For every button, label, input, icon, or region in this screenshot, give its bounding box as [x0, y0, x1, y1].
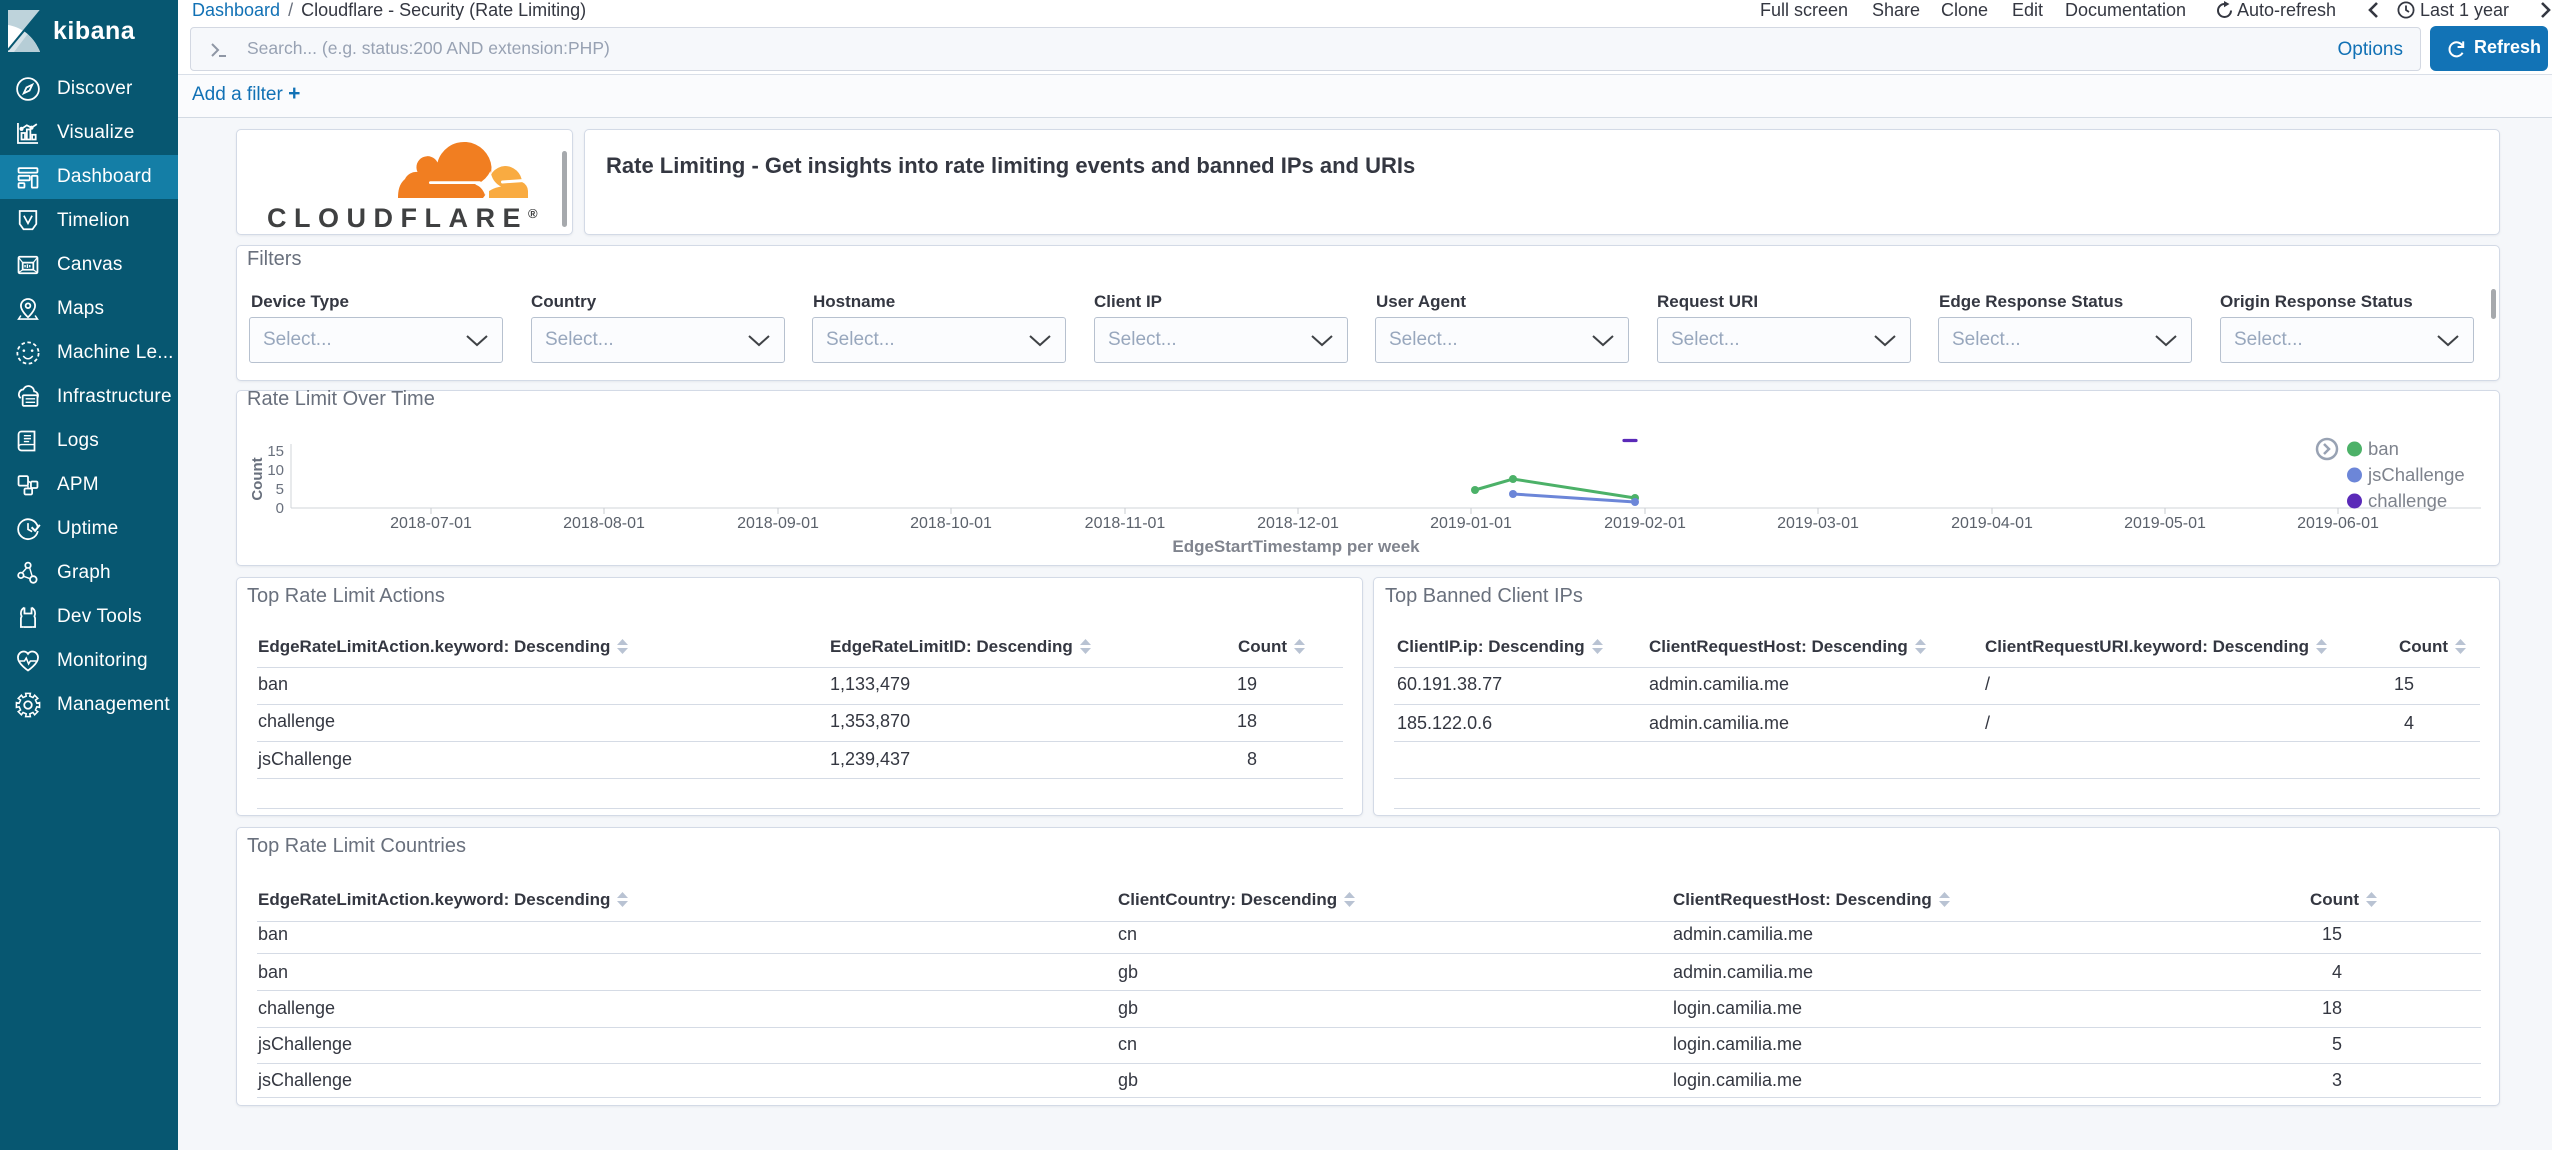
- svg-text:10: 10: [267, 462, 284, 479]
- svg-text:2018-09-01: 2018-09-01: [737, 515, 819, 532]
- svg-text:challenge: challenge: [2368, 490, 2447, 511]
- svg-text:2019-03-01: 2019-03-01: [1777, 515, 1859, 532]
- svg-text:Count: Count: [249, 457, 266, 500]
- svg-text:2018-07-01: 2018-07-01: [390, 515, 472, 532]
- svg-text:2019-02-01: 2019-02-01: [1604, 515, 1686, 532]
- svg-text:2019-04-01: 2019-04-01: [1951, 515, 2033, 532]
- svg-text:ban: ban: [2368, 438, 2399, 459]
- svg-text:15: 15: [267, 443, 284, 460]
- svg-text:0: 0: [276, 500, 284, 517]
- svg-text:2018-10-01: 2018-10-01: [910, 515, 992, 532]
- svg-text:2018-08-01: 2018-08-01: [563, 515, 645, 532]
- svg-text:2019-01-01: 2019-01-01: [1430, 515, 1512, 532]
- svg-text:2019-06-01: 2019-06-01: [2297, 515, 2379, 532]
- svg-text:2019-05-01: 2019-05-01: [2124, 515, 2206, 532]
- svg-text:2018-11-01: 2018-11-01: [1085, 515, 1166, 532]
- svg-text:EdgeStartTimestamp per week: EdgeStartTimestamp per week: [1172, 537, 1420, 556]
- svg-text:5: 5: [276, 481, 284, 498]
- svg-text:2018-12-01: 2018-12-01: [1257, 515, 1339, 532]
- svg-text:jsChallenge: jsChallenge: [2367, 464, 2465, 485]
